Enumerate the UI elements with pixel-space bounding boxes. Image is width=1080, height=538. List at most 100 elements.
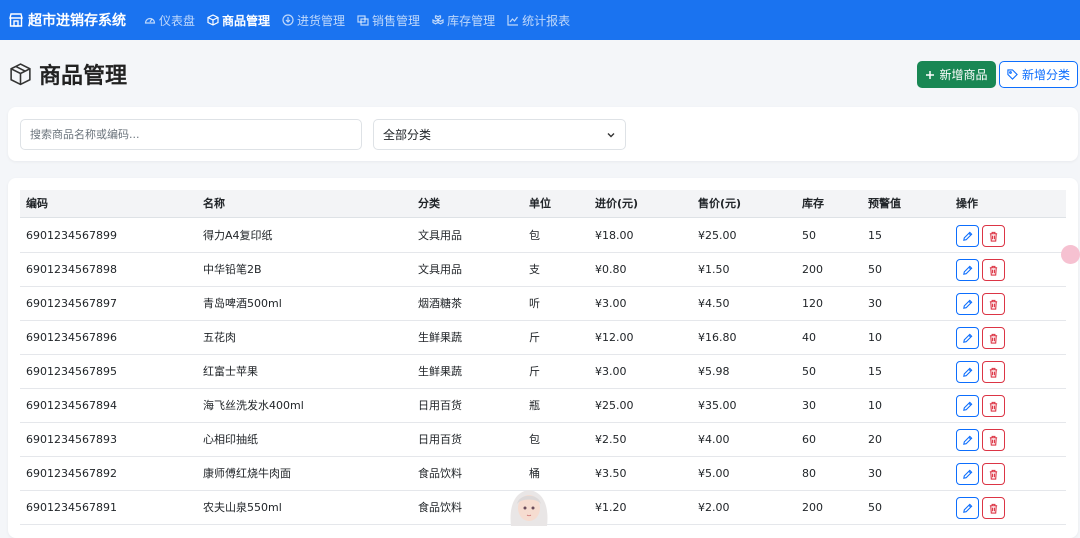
delete-button[interactable] [982,361,1005,383]
pencil-icon [963,231,973,241]
edit-button[interactable] [956,429,979,451]
floating-avatar[interactable] [1061,245,1080,264]
cell-name: 五花肉 [203,331,236,344]
nav-label: 商品管理 [222,13,271,28]
cell-cost: ¥3.00 [595,365,627,378]
cell-name: 海飞丝洗发水400ml [203,399,304,412]
nav-item-products[interactable]: 商品管理 [207,12,270,29]
cell-name: 农夫山泉550ml [203,501,282,514]
edit-button[interactable] [956,327,979,349]
cell-alert: 50 [868,501,882,514]
nav-item-dashboard[interactable]: 仪表盘 [144,12,195,29]
cell-unit: 斤 [529,331,540,344]
nav-item-sales[interactable]: 销售管理 [357,12,420,29]
nav-label: 统计报表 [522,13,571,28]
cell-price: ¥2.00 [698,501,730,514]
category-select-value: 全部分类 [383,128,432,142]
cell-stock: 60 [802,433,816,446]
delete-button[interactable] [982,293,1005,315]
cell-unit: 听 [529,297,540,310]
header-name: 名称 [203,197,225,210]
delete-button[interactable] [982,463,1005,485]
cell-cost: ¥2.50 [595,433,627,446]
pencil-icon [963,299,973,309]
search-input[interactable] [20,119,362,150]
nav-item-reports[interactable]: 统计报表 [507,12,570,29]
cell-alert: 20 [868,433,882,446]
header-unit: 单位 [529,197,551,210]
trash-icon [989,231,998,242]
add-category-button[interactable]: 新增分类 [999,61,1078,88]
trash-icon [989,333,998,344]
cell-alert: 10 [868,331,882,344]
delete-button[interactable] [982,497,1005,519]
edit-button[interactable] [956,225,979,247]
category-select[interactable]: 全部分类 [373,119,626,150]
edit-button[interactable] [956,463,979,485]
cell-stock: 40 [802,331,816,344]
cell-alert: 15 [868,365,882,378]
cell-name: 青岛啤酒500ml [203,297,282,310]
pencil-icon [963,265,973,275]
cell-code: 6901234567893 [26,433,117,446]
page-title: 商品管理 [39,64,128,89]
cell-category: 食品饮料 [418,501,462,514]
edit-button[interactable] [956,293,979,315]
delete-button[interactable] [982,429,1005,451]
cell-name: 红富士苹果 [203,365,258,378]
cell-unit: 支 [529,263,540,276]
edit-button[interactable] [956,361,979,383]
header-category: 分类 [418,197,440,210]
tag-icon [1007,69,1018,80]
header-price: 售价(元) [698,197,742,210]
cell-cost: ¥18.00 [595,229,634,242]
cell-code: 6901234567897 [26,297,117,310]
cell-stock: 200 [802,501,823,514]
cell-price: ¥25.00 [698,229,737,242]
header-code: 编码 [26,197,48,210]
table-row: 6901234567896 五花肉 生鲜果蔬 斤 ¥12.00 ¥16.80 40 10 [20,321,1066,355]
header-actions: 操作 [956,197,978,210]
pencil-icon [963,435,973,445]
nav-item-purchases[interactable]: 进货管理 [282,12,345,29]
table-row: 6901234567899 得力A4复印纸 文具用品 包 ¥18.00 ¥25.00 50 1… [20,219,1066,253]
table-row: 6901234567898 中华铅笔2B 文具用品 支 ¥0.80 ¥1.50 200 50 [20,253,1066,287]
nav-item-inventory[interactable]: 库存管理 [432,12,495,29]
delete-button[interactable] [982,395,1005,417]
cell-code: 6901234567895 [26,365,117,378]
cell-category: 食品饮料 [418,467,462,480]
nav-label: 销售管理 [372,13,421,28]
delete-button[interactable] [982,225,1005,247]
cell-price: ¥4.00 [698,433,730,446]
table-row: 6901234567893 心相印抽纸 日用百货 包 ¥2.50 ¥4.00 60 20 [20,423,1066,457]
boxes-icon [432,14,444,25]
cell-category: 文具用品 [418,263,462,276]
trash-icon [989,435,998,446]
cell-stock: 200 [802,263,823,276]
trash-icon [989,503,998,514]
box-icon [207,14,219,26]
cell-cost: ¥1.20 [595,501,627,514]
pencil-icon [963,469,973,479]
edit-button[interactable] [956,259,979,281]
chart-line-icon [507,15,519,26]
edit-button[interactable] [956,497,979,519]
cell-name: 中华铅笔2B [203,263,262,276]
add-product-button[interactable]: 新增商品 [917,61,996,88]
brand[interactable]: 超市进销存系统 [8,10,126,30]
cell-name: 康师傅红烧牛肉面 [203,467,291,480]
pencil-icon [963,401,973,411]
table-row: 6901234567897 青岛啤酒500ml 烟酒糖茶 听 ¥3.00 ¥4.50 120… [20,287,1066,321]
cell-code: 6901234567892 [26,467,117,480]
delete-button[interactable] [982,259,1005,281]
cell-stock: 30 [802,399,816,412]
nav-label: 仪表盘 [159,13,196,28]
edit-button[interactable] [956,395,979,417]
cell-alert: 30 [868,467,882,480]
cell-cost: ¥3.00 [595,297,627,310]
cell-stock: 80 [802,467,816,480]
table-row: 6901234567894 海飞丝洗发水400ml 日用百货 瓶 ¥25.00 ¥35.0… [20,389,1066,423]
cell-cost: ¥0.80 [595,263,627,276]
delete-button[interactable] [982,327,1005,349]
cell-price: ¥16.80 [698,331,737,344]
